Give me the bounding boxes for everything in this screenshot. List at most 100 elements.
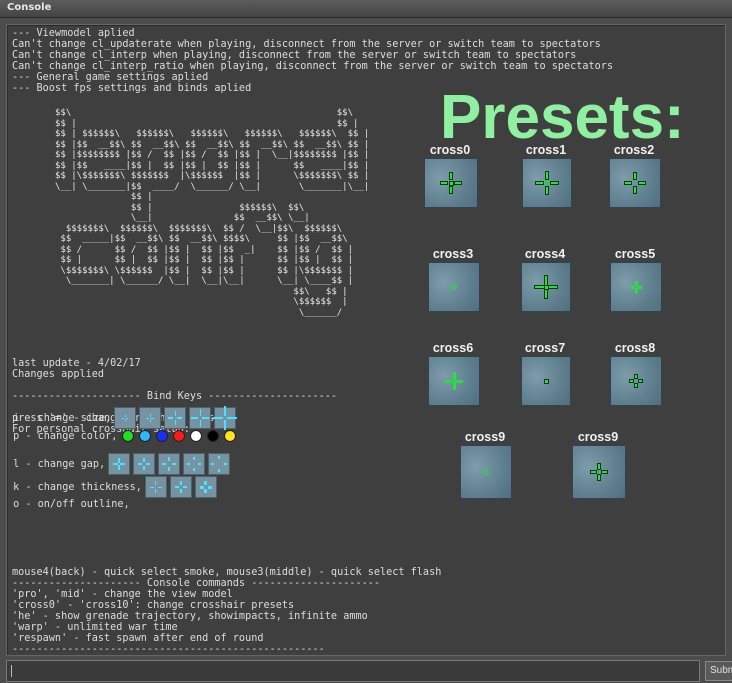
color-swatch-icon <box>122 430 135 442</box>
crosshair-arm <box>453 288 455 290</box>
crosshair-example-icon <box>114 407 137 429</box>
crosshair-arm <box>637 285 642 289</box>
crosshair-arm <box>591 471 596 473</box>
crosshair-example-icon <box>139 407 162 429</box>
crosshair-arm <box>451 286 453 288</box>
log-line: --- Boost fps settings and binds aplied <box>12 83 252 94</box>
crosshair-example-icon <box>189 407 212 429</box>
color-swatch-icon <box>139 430 152 442</box>
crosshair-preview-image <box>572 445 626 499</box>
crosshair-arm <box>634 173 636 179</box>
log-line: 'respawn' - fast spawn after end of roun… <box>12 633 264 644</box>
preset-label: cross7 <box>524 341 566 355</box>
crosshair-center-dot <box>544 379 548 383</box>
crosshair-example-icon <box>183 453 206 475</box>
preset-cross2: cross2 <box>604 143 664 208</box>
log-line: 'cross0' - 'cross10': change crosshair p… <box>12 600 295 611</box>
window-title: Console <box>7 2 52 13</box>
crosshair-arm <box>639 182 645 184</box>
preset-cross8: cross8 <box>605 341 665 406</box>
crosshair-example-icon <box>133 453 156 475</box>
crosshair-arm <box>535 286 544 288</box>
crosshair-example-icon <box>144 476 167 498</box>
crosshair-arm <box>625 182 631 184</box>
log-line: last update - 4/02/17 <box>12 358 141 369</box>
crosshair-example-icon <box>164 407 187 429</box>
crosshair-arm <box>639 380 642 382</box>
preset-label: cross4 <box>524 247 566 261</box>
crosshair-arm <box>450 187 452 193</box>
crosshair-arm <box>548 286 557 288</box>
log-line: 'warp' - unlimited war time <box>12 622 178 633</box>
crosshair-example-icon <box>194 476 217 498</box>
bind-key-label: i - change size, <box>7 412 112 424</box>
preset-label: cross8 <box>614 341 656 355</box>
command-input[interactable] <box>6 660 700 682</box>
crosshair-example-icon <box>108 453 131 475</box>
crosshair-ring <box>482 468 489 475</box>
crosshair-arm <box>455 182 461 184</box>
crosshair-arm <box>551 182 558 184</box>
log-line: Can't change cl_interp_ratio when playin… <box>12 61 614 72</box>
preset-label: cross6 <box>432 341 474 355</box>
crosshair-preview-image <box>521 262 571 312</box>
preset-label: cross5 <box>614 247 656 261</box>
crosshair-arm <box>455 286 457 288</box>
crosshair-arm <box>546 187 548 194</box>
log-line: --- Viewmodel aplied <box>12 28 135 39</box>
bind-key-row-gap: l - change gap, <box>7 453 231 475</box>
preset-label: cross1 <box>525 143 567 157</box>
crosshair-preview-image <box>424 158 478 208</box>
log-line: 'he' - show grenade trajectory, showimpa… <box>12 611 368 622</box>
crosshair-preview-image <box>609 158 661 208</box>
preset-cross1: cross1 <box>517 143 575 208</box>
window-titlebar: Console <box>0 0 732 18</box>
bind-key-label: l - change gap, <box>7 458 106 470</box>
log-line: ----------------------------------------… <box>12 644 325 655</box>
crosshair-arm <box>634 187 636 193</box>
preset-label: cross9 <box>577 430 619 444</box>
preset-cross5: cross5 <box>605 247 665 312</box>
crosshair-preview-image <box>428 262 480 312</box>
crosshair-arm <box>598 475 600 480</box>
preset-cross9: cross9 <box>567 430 629 499</box>
log-line: --------------------- Bind Keys --------… <box>12 391 338 402</box>
preset-cross7: cross7 <box>516 341 574 406</box>
crosshair-arm <box>630 285 635 289</box>
crosshair-ring <box>543 179 550 186</box>
preset-cross4: cross4 <box>516 247 574 312</box>
preset-label: cross2 <box>613 143 655 157</box>
crosshair-preview-image <box>521 356 571 406</box>
preset-cross6: cross6 <box>423 341 483 406</box>
console-output[interactable]: --- Viewmodel aplied Can't change cl_upd… <box>6 24 726 656</box>
log-line: Can't change cl_interp when playing, dis… <box>12 50 577 61</box>
bind-key-row-color: p - change color, <box>7 430 237 442</box>
bind-key-label: p - change color, <box>7 430 118 442</box>
bind-key-label: k - change thickness, <box>7 481 142 493</box>
submit-button[interactable]: Submit <box>705 661 732 681</box>
crosshair-arm <box>634 288 638 293</box>
crosshair-arm <box>635 375 637 378</box>
crosshair-preview-image <box>428 356 480 406</box>
crosshair-arm <box>536 182 543 184</box>
crosshair-arm <box>455 379 463 383</box>
bind-key-row-none: o - on/off outline, <box>7 499 130 510</box>
log-line: --------------------- Console commands -… <box>12 578 381 589</box>
crosshair-preview-image <box>522 158 572 208</box>
preset-cross0: cross0 <box>419 143 481 208</box>
text-caret <box>11 665 12 677</box>
crosshair-center-dot <box>449 181 453 185</box>
log-line: Changes applied <box>12 369 105 380</box>
color-swatch-icon <box>156 430 169 442</box>
crosshair-example-icon <box>169 476 192 498</box>
bind-key-row-size: i - change size, <box>7 406 238 430</box>
preset-cross3: cross3 <box>423 247 483 312</box>
crosshair-center-dot <box>544 285 548 289</box>
preset-label: cross9 <box>464 430 506 444</box>
log-line: --- General game settings aplied <box>12 72 209 83</box>
color-swatch-icon <box>173 430 186 442</box>
preset-cross9: cross9 <box>455 430 515 499</box>
crosshair-preview-image <box>460 445 512 499</box>
crosshair-arm <box>441 182 447 184</box>
preset-label: cross3 <box>432 247 474 261</box>
